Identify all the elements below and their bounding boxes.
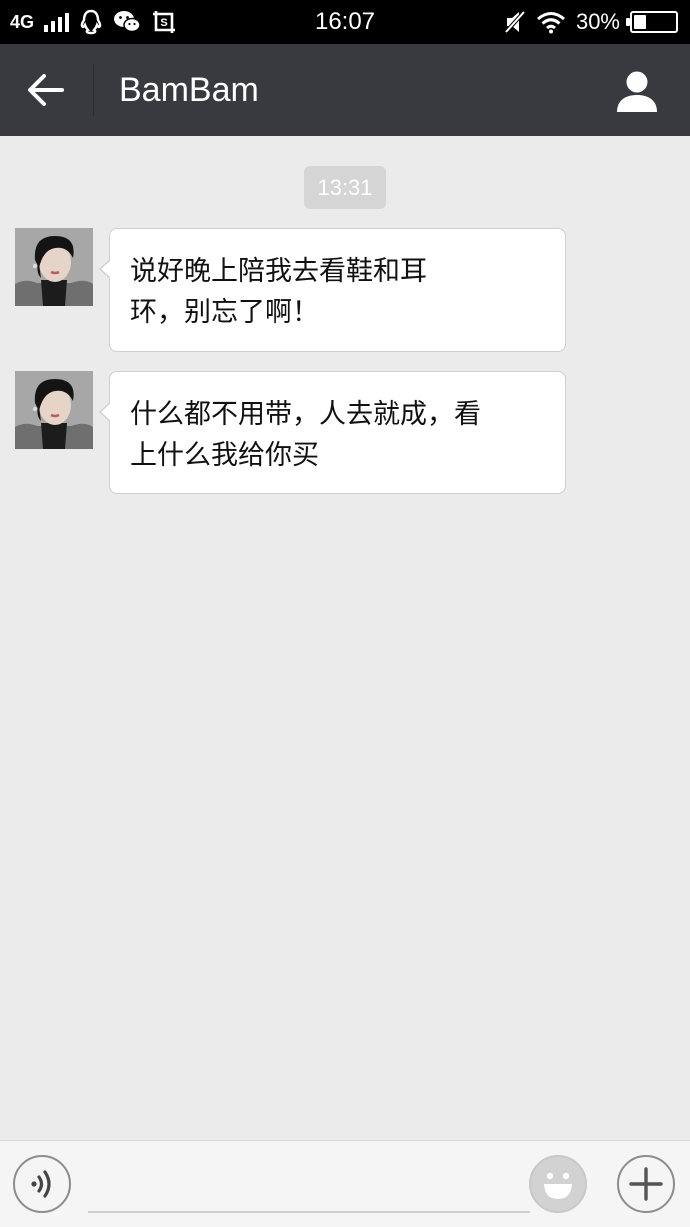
plus-icon <box>629 1167 663 1201</box>
person-icon <box>617 71 657 112</box>
more-button[interactable] <box>617 1155 675 1213</box>
back-button[interactable] <box>20 64 72 116</box>
chat-title: BamBam <box>119 71 259 109</box>
sender-avatar[interactable] <box>15 371 93 449</box>
profile-button[interactable] <box>614 68 660 114</box>
message-text-line: 说好晚上陪我去看鞋和耳 <box>130 256 427 287</box>
message-bubble[interactable]: 说好晚上陪我去看鞋和耳 环，别忘了啊！ <box>99 228 566 352</box>
mute-icon <box>504 10 526 34</box>
message-bubble[interactable]: 什么都不用带，人去就成，看 上什么我给你买 <box>99 371 566 494</box>
avatar-photo <box>15 371 93 449</box>
sender-avatar[interactable] <box>15 228 93 306</box>
wifi-icon <box>536 12 565 34</box>
message-timestamp: 13:31 <box>304 166 386 209</box>
avatar-photo <box>15 228 93 306</box>
message-text-line: 上什么我给你买 <box>130 440 319 471</box>
status-right-group: 30% <box>504 0 678 44</box>
status-bar: 4G S 16:07 30% <box>0 0 690 44</box>
message-input[interactable] <box>88 1155 530 1213</box>
arrow-left-icon <box>28 74 64 106</box>
emoji-button[interactable] <box>529 1155 587 1213</box>
voice-button[interactable] <box>13 1155 71 1213</box>
emoji-icon <box>544 1172 572 1199</box>
message-text-line: 环，别忘了啊！ <box>130 297 319 328</box>
message-text-line: 什么都不用带，人去就成，看 <box>130 399 481 430</box>
title-bar: BamBam <box>0 44 690 136</box>
battery-icon <box>626 11 678 33</box>
input-bar <box>0 1140 690 1227</box>
battery-percent: 30% <box>575 9 620 34</box>
title-divider <box>93 64 94 116</box>
voice-icon <box>31 1170 51 1198</box>
